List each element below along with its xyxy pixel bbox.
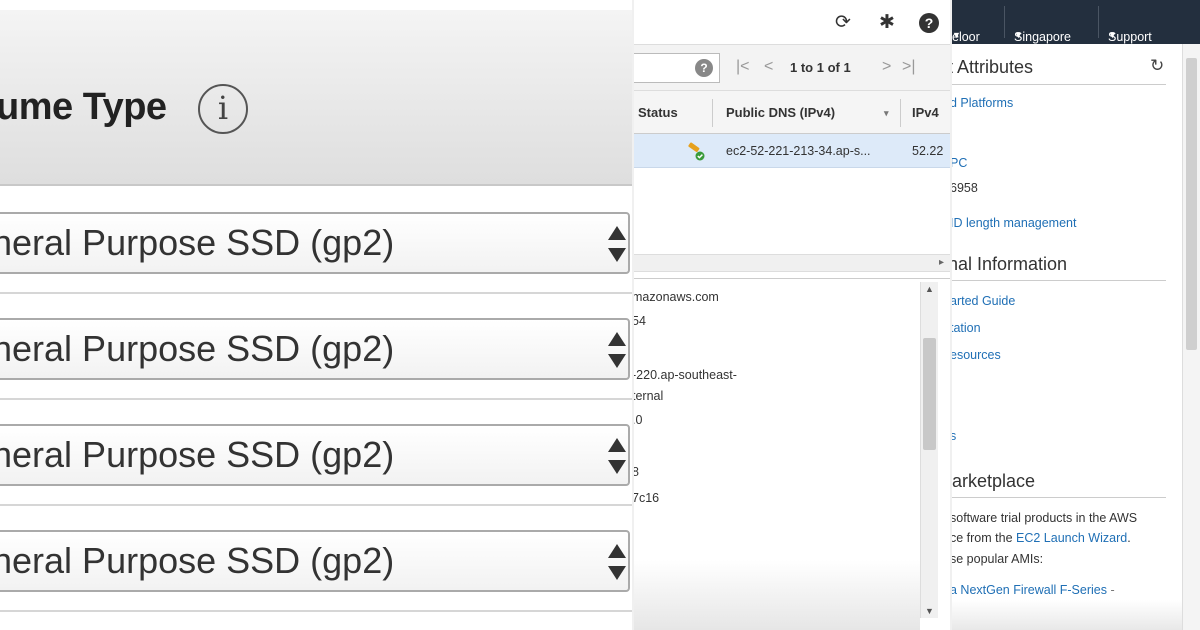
volume-type-select[interactable]: neral Purpose SSD (gp2)	[0, 212, 630, 274]
marketplace-text: .	[1127, 531, 1131, 545]
section-divider	[952, 280, 1166, 281]
volume-type-header: ume Type i	[0, 10, 632, 186]
section-divider	[952, 497, 1166, 498]
refresh-icon[interactable]: ⟳	[832, 12, 854, 34]
help-icon[interactable]: ?	[919, 13, 939, 33]
column-header-status[interactable]: Status	[638, 105, 678, 120]
marketplace-title: larketplace	[952, 471, 1036, 491]
public-dns-cell: ec2-52-221-213-34.ap-s...	[726, 144, 871, 158]
volume-type-title: ume Type	[0, 86, 167, 128]
account-panel: eloor ▼ Singapore ▼ Support ▼ t Attribut…	[952, 0, 1200, 630]
filter-bar: ? |< < 1 to 1 of 1 > >|	[634, 44, 950, 90]
caret-down-icon: ▼	[1014, 30, 1023, 40]
scroll-up-icon[interactable]: ▲	[925, 284, 934, 294]
last-page-button[interactable]: >|	[902, 58, 916, 76]
marketplace-description: ce from the EC2 Launch Wizard.	[952, 531, 1131, 545]
section-divider	[952, 84, 1166, 85]
details-divider	[634, 278, 950, 279]
detail-value: 8	[634, 465, 639, 479]
account-attributes-title: t Attributes	[952, 57, 1034, 77]
status-check-icon	[688, 142, 705, 161]
scroll-right-icon[interactable]: ▸	[939, 257, 944, 268]
caret-down-icon: ▼	[952, 30, 961, 40]
scrollbar-thumb[interactable]	[1186, 58, 1197, 350]
select-arrows-icon	[606, 224, 628, 268]
product-link-text: a NextGen Firewall F-Series	[952, 583, 1107, 597]
filter-input[interactable]: ?	[634, 53, 720, 83]
detail-value: .0	[634, 413, 643, 427]
id-length-management-link[interactable]: ID length management	[952, 216, 1076, 230]
detail-value: 7c16	[634, 491, 660, 505]
table-header: Status Public DNS (IPv4) ▾ IPv4	[634, 90, 950, 134]
select-arrows-icon	[606, 542, 628, 586]
caret-down-icon: ▼	[1108, 30, 1117, 40]
marketplace-description: se popular AMIs:	[952, 552, 1044, 566]
details-scrollbar[interactable]: ▲ ▼	[920, 282, 938, 618]
column-separator	[712, 99, 713, 127]
prev-page-button[interactable]: <	[764, 58, 773, 76]
vpc-id-value: 6958	[952, 181, 978, 195]
supported-platforms-link[interactable]: d Platforms	[952, 96, 1013, 110]
sort-caret-icon[interactable]: ▾	[884, 108, 889, 119]
scroll-down-icon[interactable]: ▼	[925, 606, 934, 616]
horizontal-scrollbar[interactable]: ▸	[634, 254, 950, 272]
gear-icon[interactable]: ✱	[876, 12, 898, 34]
select-arrows-icon	[606, 330, 628, 374]
ec2-launch-wizard-link[interactable]: EC2 Launch Wizard	[1016, 531, 1127, 545]
marketplace-description: software trial products in the AWS	[952, 511, 1138, 525]
row-divider	[0, 292, 632, 294]
panel-bottom-shade	[634, 560, 920, 630]
product-link-suffix: -	[1110, 583, 1115, 597]
marketplace-product-link[interactable]: a NextGen Firewall F-Series -	[952, 583, 1115, 597]
pager-text: 1 to 1 of 1	[790, 60, 851, 75]
detail-value: ternal	[634, 389, 664, 403]
getting-started-link[interactable]: arted Guide	[952, 294, 1015, 308]
account-panel-scrollbar[interactable]	[1182, 44, 1200, 630]
column-header-ipv4[interactable]: IPv4	[912, 105, 939, 120]
marketplace-text: ce from the	[952, 531, 1013, 545]
resources-link[interactable]: esources	[952, 348, 1001, 362]
detail-value: -220.ap-southeast-	[634, 368, 737, 382]
scrollbar-thumb[interactable]	[923, 338, 936, 450]
volume-type-value: neral Purpose SSD (gp2)	[0, 434, 395, 475]
column-header-public-dns[interactable]: Public DNS (IPv4)	[726, 105, 835, 120]
volume-type-value: neral Purpose SSD (gp2)	[0, 222, 395, 263]
volume-type-value: neral Purpose SSD (gp2)	[0, 540, 395, 581]
row-divider	[0, 398, 632, 400]
documentation-link[interactable]: tation	[952, 321, 981, 335]
additional-information-title: nal Information	[952, 254, 1068, 274]
refresh-icon[interactable]: ↻	[1150, 56, 1164, 76]
first-page-button[interactable]: |<	[736, 58, 750, 76]
select-arrows-icon	[606, 436, 628, 480]
column-separator	[900, 99, 901, 127]
table-row[interactable]: ec2-52-221-213-34.ap-s... 52.22	[634, 134, 950, 168]
instances-panel: ⟳ ✱ ? ? |< < 1 to 1 of 1 > >| Status Pub…	[634, 0, 950, 630]
instances-toolbar: ⟳ ✱ ?	[634, 0, 950, 44]
ipv4-cell: 52.22	[912, 144, 944, 158]
volume-type-value: neral Purpose SSD (gp2)	[0, 328, 395, 369]
detail-value: 54	[634, 314, 646, 328]
row-divider	[0, 504, 632, 506]
volume-type-select[interactable]: neral Purpose SSD (gp2)	[0, 424, 630, 486]
next-page-button[interactable]: >	[882, 58, 891, 76]
filter-help-icon[interactable]: ?	[695, 59, 713, 77]
volume-type-panel: ume Type i neral Purpose SSD (gp2) neral…	[0, 0, 632, 630]
row-divider	[0, 610, 632, 612]
volume-type-select[interactable]: neral Purpose SSD (gp2)	[0, 530, 630, 592]
detail-value: mazonaws.com	[634, 290, 719, 304]
info-icon[interactable]: i	[198, 84, 248, 134]
panel-bottom-shade	[952, 600, 1182, 630]
nav-separator	[1004, 6, 1005, 38]
aws-top-nav: eloor ▼ Singapore ▼ Support ▼	[952, 0, 1200, 44]
default-vpc-link[interactable]: PC	[952, 156, 967, 170]
nav-separator	[1098, 6, 1099, 38]
volume-type-select[interactable]: neral Purpose SSD (gp2)	[0, 318, 630, 380]
additional-link[interactable]: s	[952, 429, 956, 443]
